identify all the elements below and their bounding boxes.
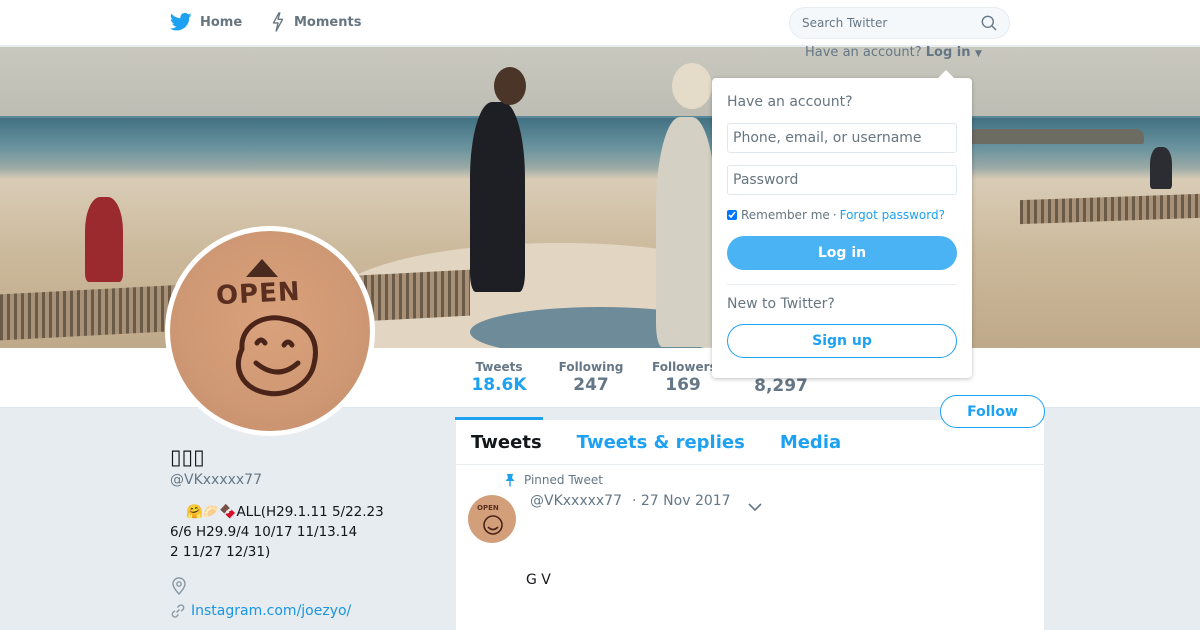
login-prompt: Have an account? Log in ▼: [805, 45, 982, 60]
banner-horizon: [0, 116, 1200, 118]
tweet-avatar-smiley: [483, 515, 503, 535]
banner-person-distant: [1150, 147, 1172, 189]
avatar-smiley: [235, 315, 318, 397]
nav-moments[interactable]: Moments: [270, 12, 361, 32]
top-nav-bar: Home Moments: [0, 0, 1200, 46]
tweet-more-button[interactable]: [748, 497, 762, 516]
new-to-twitter-label: New to Twitter?: [727, 296, 835, 312]
search-icon[interactable]: [981, 15, 997, 31]
bio-line1: ALL(H29.1.11 5/22.23: [236, 504, 384, 520]
banner-person-right-head: [672, 63, 712, 109]
stat-tweets-label: Tweets: [475, 360, 523, 374]
profile-name: ▯▯▯: [170, 445, 205, 469]
profile-avatar[interactable]: OPEN: [165, 226, 375, 436]
banner-fence-right: [1020, 193, 1200, 225]
stat-following-value: 247: [573, 375, 609, 395]
remember-row: Remember me · Forgot password?: [727, 208, 945, 222]
link-icon: [171, 604, 185, 618]
pin-icon: [505, 474, 515, 487]
username-field[interactable]: [727, 123, 957, 153]
pinned-tweet-label: Pinned Tweet: [504, 473, 603, 487]
bio-line2: 6/6 H29.9/4 10/17 11/13.14: [170, 524, 358, 540]
dropdown-divider: [727, 284, 957, 285]
stat-followers[interactable]: Followers 169: [652, 360, 714, 395]
profile-bio: 🤗🥟🍫ALL(H29.1.11 5/22.23 6/6 H29.9/4 10/1…: [170, 502, 410, 562]
dropdown-title: Have an account?: [727, 94, 853, 110]
stat-following-label: Following: [558, 360, 624, 374]
banner-breakwater: [968, 129, 1144, 144]
follow-button[interactable]: Follow: [940, 395, 1045, 428]
lightning-bolt-icon: [272, 12, 284, 32]
stat-following[interactable]: Following 247: [553, 360, 629, 395]
stat-likes[interactable]: 8,297: [746, 375, 816, 396]
bio-emoji: 🤗🥟🍫: [186, 504, 237, 520]
avatar-open-text: OPEN: [215, 276, 302, 312]
login-link-label: Log in: [925, 45, 971, 60]
caret-down-icon: ▼: [975, 49, 982, 59]
password-field[interactable]: [727, 165, 957, 195]
profile-link[interactable]: Instagram.com/joezyo/: [170, 603, 351, 619]
stat-likes-value: 8,297: [754, 376, 808, 396]
avatar-triangle: [246, 259, 278, 277]
tweet-handle[interactable]: @VKxxxxx77: [530, 493, 622, 509]
remember-label: Remember me: [741, 208, 830, 222]
bio-line3: 2 11/27 12/31): [170, 544, 271, 560]
location-pin-icon: [171, 577, 187, 599]
tweet-header: @VKxxxxx77 · 27 Nov 2017: [530, 493, 731, 509]
stat-tweets[interactable]: Tweets 18.6K: [455, 360, 543, 420]
nav-home[interactable]: Home: [170, 12, 242, 32]
remember-checkbox[interactable]: [727, 210, 737, 220]
chevron-down-icon: [748, 503, 762, 512]
tab-tweets-replies[interactable]: Tweets & replies: [577, 420, 745, 464]
banner-person-child: [85, 197, 123, 282]
profile-handle: @VKxxxxx77: [170, 472, 262, 488]
stat-followers-value: 169: [665, 375, 701, 395]
nav-home-label: Home: [200, 14, 243, 30]
tweet-avatar[interactable]: OPEN: [468, 495, 516, 543]
timeline: Tweets Tweets & replies Media Pinned Twe…: [456, 420, 1044, 630]
login-dropdown: Have an account? Remember me · Forgot pa…: [712, 70, 972, 378]
twitter-bird-icon: [170, 12, 192, 31]
banner-person-left-head: [494, 67, 526, 105]
tab-media[interactable]: Media: [780, 420, 841, 464]
login-link[interactable]: Log in ▼: [926, 45, 982, 60]
stat-followers-label: Followers: [652, 360, 714, 374]
search-input[interactable]: [802, 16, 972, 30]
pinned-label-text: Pinned Tweet: [524, 473, 603, 487]
login-prompt-text: Have an account?: [805, 45, 922, 60]
login-button[interactable]: Log in: [727, 236, 957, 270]
tab-tweets[interactable]: Tweets: [471, 420, 542, 464]
forgot-password-link[interactable]: Forgot password?: [840, 208, 945, 222]
remember-separator: ·: [832, 208, 837, 222]
stat-tweets-value: 18.6K: [471, 375, 527, 395]
tweet-date[interactable]: · 27 Nov 2017: [632, 493, 731, 509]
banner-person-right: [656, 117, 716, 347]
profile-link-text: Instagram.com/joezyo/: [191, 603, 352, 619]
banner-person-left: [470, 102, 525, 292]
signup-button[interactable]: Sign up: [727, 324, 957, 358]
nav-moments-label: Moments: [294, 14, 362, 30]
search-box: [789, 7, 1010, 39]
tweet-text: G V: [526, 572, 551, 588]
